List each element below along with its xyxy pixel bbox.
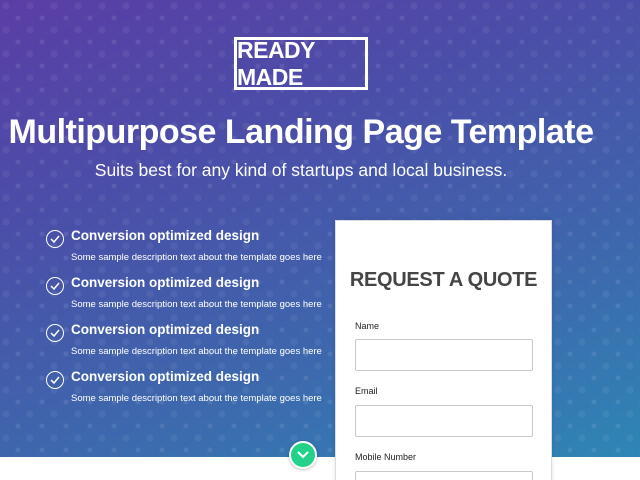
- feature-description: Some sample description text about the t…: [71, 252, 322, 263]
- check-circle-icon: [46, 230, 64, 248]
- feature-item: Conversion optimized design Some sample …: [46, 367, 322, 414]
- email-input[interactable]: [355, 405, 533, 437]
- name-label: Name: [355, 321, 380, 331]
- feature-description: Some sample description text about the t…: [71, 346, 322, 357]
- hero-subheadline: Suits best for any kind of startups and …: [94, 160, 508, 180]
- feature-title: Conversion optimized design: [71, 369, 260, 384]
- hero-headline: Multipurpose Landing Page Template: [8, 113, 594, 151]
- scroll-down-button[interactable]: [289, 441, 317, 469]
- feature-item: Conversion optimized design Some sample …: [46, 226, 322, 273]
- check-circle-icon: [46, 324, 64, 342]
- feature-item: Conversion optimized design Some sample …: [46, 320, 322, 367]
- brand-logo[interactable]: READY MADE: [234, 37, 368, 90]
- feature-list: Conversion optimized design Some sample …: [46, 226, 322, 414]
- quote-form-card: REQUEST A QUOTE Name Email Mobile Number: [335, 220, 552, 480]
- feature-item: Conversion optimized design Some sample …: [46, 273, 322, 320]
- mobile-number-label: Mobile Number: [355, 452, 417, 462]
- feature-title: Conversion optimized design: [71, 275, 260, 290]
- brand-logo-text: READY MADE: [237, 36, 315, 90]
- check-circle-icon: [46, 371, 64, 389]
- name-input[interactable]: [355, 339, 533, 371]
- feature-description: Some sample description text about the t…: [71, 393, 322, 404]
- check-circle-icon: [46, 277, 64, 295]
- chevron-down-icon: [297, 451, 309, 459]
- email-label: Email: [355, 386, 378, 396]
- feature-title: Conversion optimized design: [71, 322, 260, 337]
- mobile-number-input[interactable]: [355, 471, 533, 480]
- quote-form-title: REQUEST A QUOTE: [349, 269, 538, 291]
- feature-title: Conversion optimized design: [71, 228, 260, 243]
- feature-description: Some sample description text about the t…: [71, 299, 322, 310]
